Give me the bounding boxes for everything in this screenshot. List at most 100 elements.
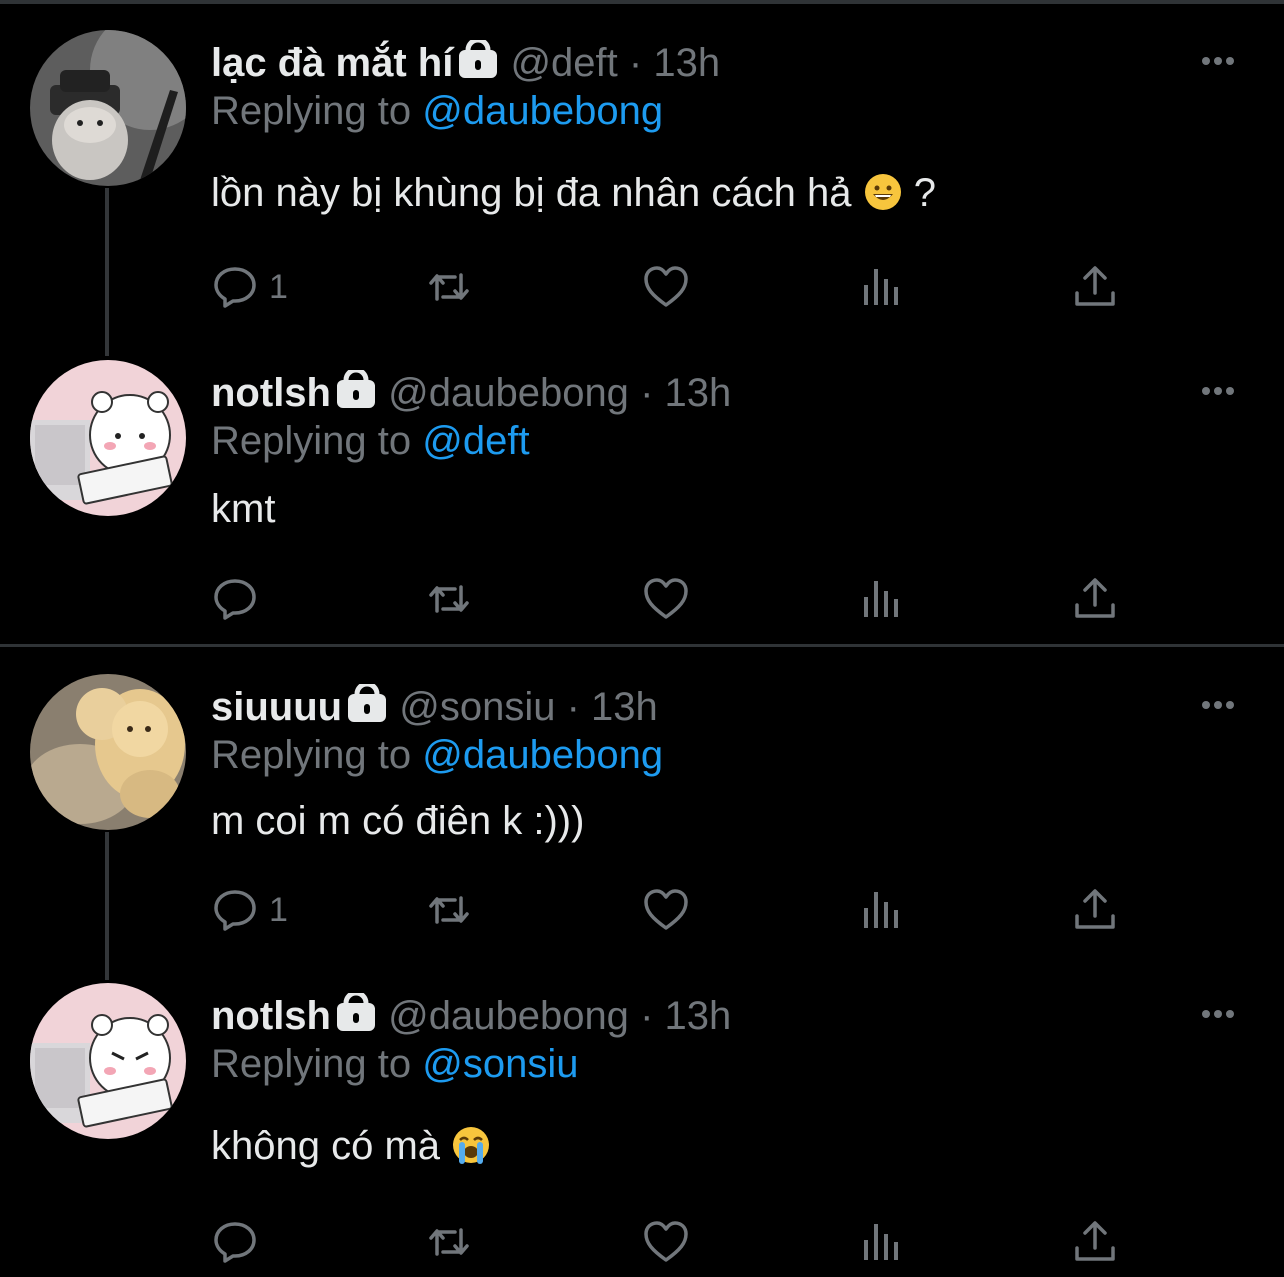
display-name[interactable]: notlsh [211, 994, 331, 1038]
avatar[interactable] [30, 983, 186, 1139]
more-icon[interactable] [1202, 382, 1242, 402]
retweet-icon [429, 585, 469, 613]
retweet-icon [429, 273, 469, 301]
username[interactable]: @daubebong [388, 371, 629, 415]
retweet-button[interactable] [425, 885, 473, 935]
reply-icon [214, 890, 256, 931]
reply-button[interactable] [211, 574, 269, 624]
share-icon [1075, 578, 1115, 618]
display-name[interactable]: siuuuu [211, 685, 342, 729]
retweet-button[interactable] [425, 1217, 473, 1267]
views-button[interactable] [857, 885, 905, 935]
like-button[interactable] [642, 1217, 690, 1267]
reply-button[interactable]: 1 [211, 885, 288, 935]
separator: · [640, 994, 654, 1038]
tweet-text: lồn này bị khùng bị đa nhân cách hả ? [211, 168, 936, 218]
views-icon [864, 581, 898, 617]
tweet-text: kmt [211, 484, 275, 534]
username[interactable]: @sonsiu [399, 685, 555, 729]
replying-to: Replying to @daubebong [211, 730, 663, 780]
mention-link[interactable]: @daubebong [422, 89, 663, 133]
tweet-text-body: lồn này bị khùng bị đa nhân cách hả [211, 171, 852, 215]
avatar[interactable] [30, 360, 186, 516]
views-icon [864, 1224, 898, 1260]
tweet-header: siuuuu @sonsiu · 13h [211, 682, 658, 732]
replying-to: Replying to @sonsiu [211, 1039, 578, 1089]
avatar[interactable] [30, 674, 186, 830]
replying-to-label: Replying to [211, 733, 412, 777]
reply-icon [214, 1222, 256, 1263]
tweet-text-body: kmt [211, 487, 276, 531]
lock-icon [348, 684, 387, 722]
tweet-text: m coi m có điên k :))) [211, 796, 584, 846]
mention-link[interactable]: @sonsiu [422, 1042, 578, 1086]
views-icon [864, 269, 898, 305]
replying-to-label: Replying to [211, 419, 412, 463]
tweet[interactable]: notlsh @daubebong · 13h Replying to @son… [0, 957, 1284, 1277]
share-button[interactable] [1071, 262, 1119, 312]
tweet[interactable]: siuuuu @sonsiu · 13h Replying to @daubeb… [0, 647, 1284, 957]
like-button[interactable] [642, 574, 690, 624]
timestamp[interactable]: 13h [591, 685, 658, 729]
tweet-text: không có mà [211, 1121, 491, 1171]
action-bar: 1 [211, 885, 1131, 935]
lock-icon [336, 993, 375, 1031]
views-button[interactable] [857, 1217, 905, 1267]
share-button[interactable] [1071, 1217, 1119, 1267]
tweet-text-suffix: ? [913, 171, 936, 215]
like-button[interactable] [642, 262, 690, 312]
like-icon [644, 1221, 688, 1262]
tweet-text-body: m coi m có điên k :))) [211, 799, 585, 843]
share-icon [1075, 1221, 1115, 1261]
loudly-crying-face-emoji [453, 1127, 490, 1164]
username[interactable]: @deft [510, 41, 617, 85]
lock-icon [459, 40, 498, 78]
views-icon [864, 892, 898, 928]
more-icon[interactable] [1202, 696, 1242, 716]
reply-count: 1 [269, 267, 288, 306]
reply-count: 1 [269, 890, 288, 929]
replying-to: Replying to @deft [211, 416, 530, 466]
display-name[interactable]: notlsh [211, 371, 331, 415]
avatar[interactable] [30, 30, 186, 186]
more-icon[interactable] [1202, 1005, 1242, 1025]
reply-icon [214, 579, 256, 620]
retweet-button[interactable] [425, 574, 473, 624]
like-button[interactable] [642, 885, 690, 935]
share-icon [1075, 266, 1115, 306]
tweet-header: notlsh @daubebong · 13h [211, 368, 731, 418]
share-button[interactable] [1071, 574, 1119, 624]
timestamp[interactable]: 13h [665, 994, 732, 1038]
reply-button[interactable] [211, 1217, 269, 1267]
share-button[interactable] [1071, 885, 1119, 935]
separator: · [628, 41, 643, 85]
views-button[interactable] [857, 262, 905, 312]
mention-link[interactable]: @deft [422, 419, 529, 463]
tweet-text-body: không có mà [211, 1124, 441, 1168]
lock-icon [336, 370, 375, 408]
like-icon [644, 266, 688, 307]
timestamp[interactable]: 13h [653, 41, 720, 85]
tweet[interactable]: lạc đà mắt hí @deft · 13h Replying to @d… [0, 0, 1284, 330]
action-bar [211, 574, 1131, 624]
more-icon[interactable] [1202, 52, 1242, 72]
separator: · [640, 371, 654, 415]
tweet[interactable]: notlsh @daubebong · 13h Replying to @def… [0, 330, 1284, 644]
timestamp[interactable]: 13h [665, 371, 732, 415]
mention-link[interactable]: @daubebong [422, 733, 663, 777]
replying-to-label: Replying to [211, 1042, 412, 1086]
views-button[interactable] [857, 574, 905, 624]
reply-button[interactable]: 1 [211, 262, 288, 312]
display-name[interactable]: lạc đà mắt hí [211, 41, 453, 85]
replying-to: Replying to @daubebong [211, 86, 663, 136]
action-bar: 1 [211, 262, 1131, 312]
tweet-header: notlsh @daubebong · 13h [211, 991, 731, 1041]
username[interactable]: @daubebong [388, 994, 629, 1038]
retweet-icon [429, 896, 469, 924]
retweet-icon [429, 1228, 469, 1256]
retweet-button[interactable] [425, 262, 473, 312]
reply-icon [214, 267, 256, 308]
like-icon [644, 889, 688, 930]
replying-to-label: Replying to [211, 89, 412, 133]
share-icon [1075, 889, 1115, 929]
